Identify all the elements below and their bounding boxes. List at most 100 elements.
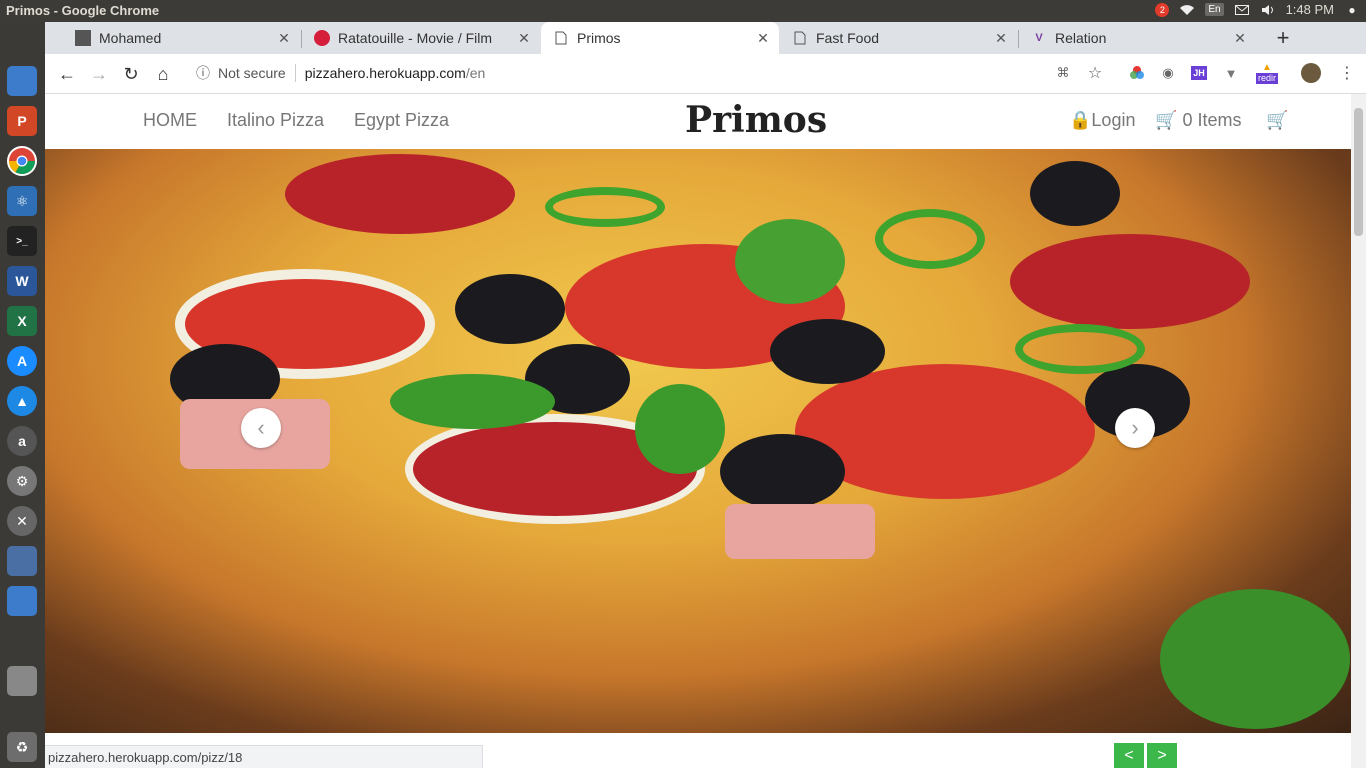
tab-ratatouille[interactable]: Ratatouille - Movie / Film ✕: [302, 22, 540, 54]
back-button[interactable]: ←: [55, 62, 79, 86]
info-icon[interactable]: ⓘ: [196, 63, 210, 83]
browser-tab-strip: Mohamed ✕ Ratatouille - Movie / Film ✕ P…: [45, 22, 1366, 54]
window-title: Primos - Google Chrome: [6, 3, 160, 18]
tab-label: Mohamed: [99, 30, 162, 46]
page-scrollbar[interactable]: [1351, 94, 1366, 768]
ratatouille-favicon-icon: [314, 30, 330, 46]
avatar[interactable]: [1301, 63, 1321, 83]
site-brand[interactable]: Primos: [685, 99, 827, 141]
bookmark-star-icon[interactable]: ☆: [1083, 61, 1107, 85]
browser-toolbar: ← → ↻ ⌂ ⓘ Not secure pizzahero.herokuapp…: [45, 54, 1366, 94]
update-icon[interactable]: ▲: [7, 386, 37, 416]
display-icon[interactable]: [7, 546, 37, 576]
redir-label: redir: [1255, 72, 1278, 84]
home-button[interactable]: ⌂: [151, 62, 175, 86]
cart-icon: 🛒: [1155, 110, 1178, 130]
cart-button[interactable]: 🛒: [1266, 110, 1288, 131]
tab-label: Relation: [1055, 30, 1107, 46]
close-icon[interactable]: ✕: [991, 30, 1011, 47]
tab-mohamed[interactable]: Mohamed ✕: [63, 22, 300, 54]
pager-prev-button[interactable]: <: [1114, 743, 1144, 768]
basil-topping: [635, 384, 725, 474]
trash-icon[interactable]: ♻: [7, 732, 37, 762]
cart-items-link[interactable]: 🛒 0 Items: [1155, 110, 1241, 131]
terminal-icon[interactable]: >_: [7, 226, 37, 256]
color-extension-icon[interactable]: [1125, 61, 1149, 85]
word-icon[interactable]: W: [7, 266, 37, 296]
app-store-icon[interactable]: A: [7, 346, 37, 376]
system-top-bar: Primos - Google Chrome 2 En 1:48 PM ●: [0, 0, 1366, 22]
green-pepper-topping: [1015, 324, 1145, 374]
hero-carousel-image: ‹ ›: [45, 149, 1351, 733]
nav-italino-pizza-link[interactable]: Italino Pizza: [227, 110, 324, 131]
scrollbar-thumb[interactable]: [1354, 108, 1363, 236]
page-icon: [553, 30, 569, 46]
pepperoni-topping: [285, 154, 515, 234]
omnibox-separator: [294, 64, 296, 82]
status-bar-url: pizzahero.herokuapp.com/pizz/18: [45, 745, 483, 768]
spy-extension-icon[interactable]: ◉: [1156, 61, 1180, 85]
powerpoint-icon[interactable]: P: [7, 106, 37, 136]
address-bar[interactable]: ⓘ Not secure pizzahero.herokuapp.com/en: [186, 58, 1031, 88]
carousel-prev-button[interactable]: ‹: [241, 408, 281, 448]
mail-icon[interactable]: [1234, 3, 1250, 17]
excel-icon[interactable]: X: [7, 306, 37, 336]
olive-topping: [1030, 161, 1120, 226]
relation-favicon-icon: V: [1035, 32, 1043, 44]
tab-relation[interactable]: V Relation ✕: [1019, 22, 1256, 54]
pager-next-button[interactable]: >: [1147, 743, 1177, 768]
pepperoni-topping: [1010, 234, 1250, 329]
redirect-extension-icon[interactable]: ▲ redir: [1251, 61, 1283, 85]
drive-icon[interactable]: [7, 666, 37, 696]
url-host: pizzahero.herokuapp.com: [304, 65, 466, 81]
files-icon[interactable]: [7, 586, 37, 616]
close-icon[interactable]: ✕: [753, 30, 773, 47]
green-pepper-topping: [875, 209, 985, 269]
app-launcher: P ⚛ >_ W X A ▲ a ⚙ ✕ ♻: [0, 22, 45, 768]
login-label: Login: [1091, 110, 1136, 130]
close-icon[interactable]: ✕: [1230, 30, 1250, 47]
clock[interactable]: 1:48 PM: [1286, 2, 1334, 17]
atom-icon[interactable]: ⚛: [7, 186, 37, 216]
vue-extension-icon[interactable]: ▼: [1219, 61, 1243, 85]
ham-topping: [725, 504, 875, 559]
apple-menu-icon[interactable]: ●: [1344, 3, 1360, 17]
carousel-next-button[interactable]: ›: [1115, 408, 1155, 448]
keyboard-layout-indicator[interactable]: En: [1205, 3, 1224, 16]
jh-extension-icon[interactable]: JH: [1187, 61, 1211, 85]
tab-label: Ratatouille - Movie / Film: [338, 30, 493, 46]
forward-button[interactable]: →: [87, 62, 111, 86]
nav-home-link[interactable]: HOME: [143, 110, 197, 131]
close-icon[interactable]: ✕: [274, 30, 294, 47]
lock-icon: 🔒: [1069, 110, 1092, 130]
tab-label: Fast Food: [816, 30, 880, 46]
url-path: /en: [465, 65, 486, 81]
basil-topping: [390, 374, 555, 429]
site-navbar: HOME Italino Pizza Egypt Pizza Primos 🔒L…: [45, 94, 1351, 149]
tools-icon[interactable]: ✕: [7, 506, 37, 536]
tab-primos[interactable]: Primos ✕: [541, 22, 779, 54]
tab-fast-food[interactable]: Fast Food ✕: [780, 22, 1017, 54]
page-icon: [792, 30, 808, 46]
cart-items-label: 0 Items: [1182, 110, 1242, 130]
apple-logo-icon[interactable]: [7, 26, 37, 56]
translate-icon[interactable]: ⌘: [1051, 61, 1075, 85]
login-link[interactable]: 🔒Login: [1069, 110, 1135, 131]
reload-button[interactable]: ↻: [119, 62, 143, 86]
new-tab-button[interactable]: +: [1271, 26, 1295, 50]
wifi-icon[interactable]: [1179, 3, 1195, 17]
volume-icon[interactable]: [1260, 3, 1276, 17]
finder-icon[interactable]: [7, 66, 37, 96]
green-pepper-topping: [545, 187, 665, 227]
security-label: Not secure: [218, 65, 286, 81]
nav-egypt-pizza-link[interactable]: Egypt Pizza: [354, 110, 449, 131]
close-icon[interactable]: ✕: [514, 30, 534, 47]
settings-icon[interactable]: ⚙: [7, 466, 37, 496]
menu-kebab-icon[interactable]: ⋮: [1335, 61, 1359, 85]
olive-topping: [720, 434, 845, 509]
notification-badge[interactable]: 2: [1155, 2, 1170, 17]
web-page: HOME Italino Pizza Egypt Pizza Primos 🔒L…: [45, 94, 1351, 768]
amazon-icon[interactable]: a: [7, 426, 37, 456]
chrome-icon[interactable]: [7, 146, 37, 176]
jh-extension-label: JH: [1191, 66, 1207, 80]
